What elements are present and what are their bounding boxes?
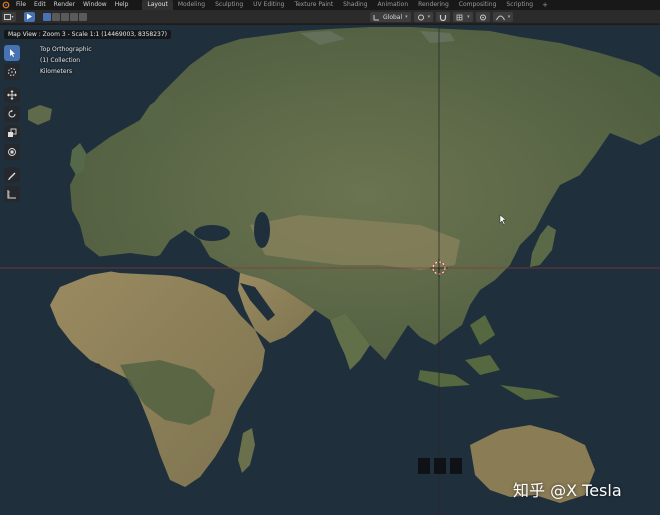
select-icon <box>10 49 15 57</box>
magnet-icon <box>440 14 447 21</box>
top-menu-bar: File Edit Render Window Help Layout Mode… <box>0 0 660 10</box>
chevron-down-icon: ▾ <box>507 14 511 20</box>
falloff-curve-icon <box>495 15 505 20</box>
watermark-text: 知乎 @X Tesla <box>513 481 622 500</box>
menu-window[interactable]: Window <box>79 0 111 10</box>
falloff-dropdown[interactable]: ▾ <box>492 12 514 22</box>
transform-orientation-dropdown[interactable]: Global ▾ <box>370 12 411 22</box>
map-view-tooltip: Map View : Zoom 3 - Scale 1:1 (14469003,… <box>4 30 172 39</box>
caspian-sea <box>254 212 270 248</box>
orientation-label: Global <box>383 13 403 21</box>
orientation-icon <box>373 14 379 20</box>
tab-modeling[interactable]: Modeling <box>173 0 210 10</box>
rotate-icon <box>8 109 16 118</box>
tab-scripting[interactable]: Scripting <box>501 0 538 10</box>
tab-texture-paint[interactable]: Texture Paint <box>289 0 338 10</box>
cursor-icon <box>8 68 16 76</box>
3d-viewport[interactable]: Map View : Zoom 3 - Scale 1:1 (14469003,… <box>0 25 660 515</box>
rotate-tool[interactable] <box>4 106 20 122</box>
annotate-icon <box>7 172 16 180</box>
dark-tile <box>434 458 446 474</box>
snap-settings-dropdown[interactable]: ▾ <box>453 12 473 22</box>
editor-type-button[interactable] <box>2 11 16 22</box>
pivot-point-dropdown[interactable]: ▾ <box>413 12 434 22</box>
dark-tile <box>450 458 462 474</box>
select-mode-intersect-icon[interactable] <box>79 12 87 21</box>
select-mode-new-icon[interactable] <box>43 12 51 21</box>
units-label: Kilometers <box>40 68 73 75</box>
tab-uv-editing[interactable]: UV Editing <box>248 0 289 10</box>
tool-shelf <box>4 45 20 205</box>
tab-rendering[interactable]: Rendering <box>413 0 454 10</box>
scale-icon <box>8 128 17 137</box>
cursor-tool[interactable] <box>4 64 20 80</box>
scale-tool[interactable] <box>4 125 20 141</box>
menu-file[interactable]: File <box>12 0 30 10</box>
pivot-icon <box>417 14 424 20</box>
select-mode-extend-icon[interactable] <box>52 12 60 21</box>
tab-layout[interactable]: Layout <box>142 0 173 10</box>
editor-type-icon <box>4 13 14 20</box>
proportional-icon <box>479 14 486 20</box>
annotate-tool[interactable] <box>4 167 20 183</box>
blender-logo-icon[interactable] <box>0 0 12 10</box>
dark-tile <box>418 458 430 474</box>
viewport-info-overlay: Top Orthographic (1) Collection Kilomete… <box>40 44 92 77</box>
view-name: Top Orthographic <box>40 46 92 53</box>
chevron-down-icon: ▾ <box>467 14 470 20</box>
grid-snap-icon <box>456 14 463 20</box>
select-mode-group <box>43 12 88 21</box>
viewport-header: Global ▾ ▾ ▾ ▾ <box>0 10 660 24</box>
snap-toggle[interactable] <box>436 12 451 22</box>
workspace-tabs: Layout Modeling Sculpting UV Editing Tex… <box>142 0 552 10</box>
select-mode-invert-icon[interactable] <box>70 12 78 21</box>
move-icon <box>7 90 17 100</box>
select-mode-subtract-icon[interactable] <box>61 12 69 21</box>
black-sea <box>194 225 230 241</box>
transform-icon <box>8 148 16 156</box>
menu-render[interactable]: Render <box>50 0 79 10</box>
measure-icon <box>7 190 16 199</box>
tab-animation[interactable]: Animation <box>373 0 414 10</box>
menu-edit[interactable]: Edit <box>30 0 50 10</box>
arrow-icon <box>27 13 32 20</box>
tab-shading[interactable]: Shading <box>338 0 372 10</box>
select-tool[interactable] <box>4 45 20 61</box>
measure-tool[interactable] <box>4 186 20 202</box>
world-map <box>0 25 660 515</box>
chevron-down-icon: ▾ <box>405 14 408 20</box>
transform-tool[interactable] <box>4 144 20 160</box>
proportional-editing-toggle[interactable] <box>475 12 490 22</box>
chevron-down-icon: ▾ <box>427 14 431 20</box>
tab-compositing[interactable]: Compositing <box>454 0 502 10</box>
menu-help[interactable]: Help <box>111 0 133 10</box>
select-tool-toggle[interactable] <box>24 11 35 22</box>
move-tool[interactable] <box>4 87 20 103</box>
tab-sculpting[interactable]: Sculpting <box>210 0 248 10</box>
collection-label: (1) Collection <box>40 57 81 64</box>
add-workspace-button[interactable]: + <box>538 0 552 10</box>
